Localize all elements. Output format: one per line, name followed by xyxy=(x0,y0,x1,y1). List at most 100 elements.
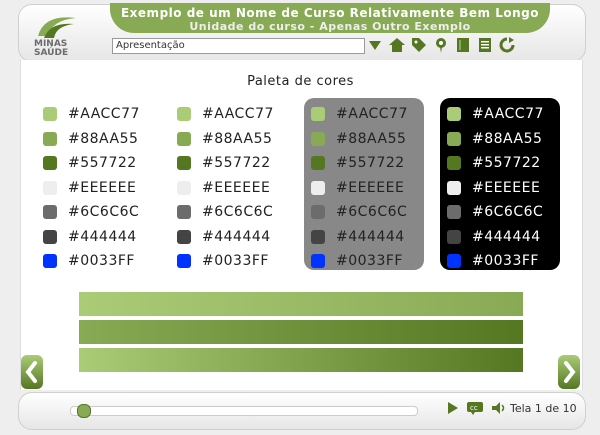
color-hex-label: #444444 xyxy=(472,228,541,245)
palette-swatch-row: #6C6C6C xyxy=(170,202,273,222)
captions-icon[interactable]: cc xyxy=(466,400,484,420)
color-hex-label: #0033FF xyxy=(336,253,403,269)
color-swatch xyxy=(311,180,325,195)
palette-swatch-row: #AACC77 xyxy=(440,104,544,124)
next-page-button[interactable] xyxy=(558,355,580,389)
color-hex-label: #444444 xyxy=(68,228,137,245)
palette-column-gray: #AACC77 #88AA55 #557722 #EEEEEE #6C6C6C #4444… xyxy=(304,98,424,270)
color-hex-label: #557722 xyxy=(68,155,137,171)
color-swatch xyxy=(447,131,461,146)
palette-swatch-row: #88AA55 xyxy=(36,129,138,149)
palette-swatch-row: #AACC77 xyxy=(304,104,408,124)
palette-swatch-row: #0033FF xyxy=(170,251,269,271)
palette-swatch-row: #0033FF xyxy=(440,251,539,271)
color-hex-label: #0033FF xyxy=(472,253,539,269)
palette-swatch-row: #EEEEEE xyxy=(304,178,404,198)
color-swatch xyxy=(311,156,325,170)
color-hex-label: #88AA55 xyxy=(336,130,407,147)
book-icon[interactable] xyxy=(454,36,472,54)
color-swatch xyxy=(43,254,57,268)
palette-swatch-row: #88AA55 xyxy=(304,129,406,149)
palette-swatch-row: #AACC77 xyxy=(170,104,274,124)
logo-text-line2: SAÚDE xyxy=(34,48,69,58)
palette-swatch-row: #444444 xyxy=(440,227,541,247)
gradient-bar-dark xyxy=(79,320,523,344)
palette-swatch-row: #6C6C6C xyxy=(440,202,543,222)
color-swatch xyxy=(43,131,57,146)
palette-swatch-row: #557722 xyxy=(170,153,271,173)
pin-icon[interactable] xyxy=(432,36,450,54)
prev-page-button[interactable] xyxy=(21,355,43,389)
color-hex-label: #6C6C6C xyxy=(202,204,274,220)
page-select[interactable]: Apresentação xyxy=(112,38,365,54)
color-swatch xyxy=(447,180,461,195)
palette-swatch-row: #557722 xyxy=(304,153,405,173)
palette-swatch-row: #88AA55 xyxy=(440,129,542,149)
color-swatch xyxy=(43,205,57,219)
color-hex-label: #444444 xyxy=(336,228,405,245)
chevron-down-icon[interactable] xyxy=(366,36,384,54)
gradient-bar-light xyxy=(79,292,523,316)
logo: MINAS SAÚDE xyxy=(26,12,96,58)
color-hex-label: #557722 xyxy=(336,155,405,171)
player-controls: cc xyxy=(446,400,508,420)
color-swatch xyxy=(177,229,191,244)
palette-swatch-row: #0033FF xyxy=(304,251,403,271)
notes-icon[interactable] xyxy=(476,36,494,54)
color-swatch xyxy=(43,229,57,244)
palette-swatch-row: #EEEEEE xyxy=(440,178,540,198)
color-swatch xyxy=(43,156,57,170)
color-hex-label: #557722 xyxy=(202,155,271,171)
color-hex-label: #444444 xyxy=(202,228,271,245)
palette-swatch-row: #0033FF xyxy=(36,251,135,271)
refresh-icon[interactable] xyxy=(498,36,516,54)
palette-swatch-row: #EEEEEE xyxy=(36,178,136,198)
color-hex-label: #6C6C6C xyxy=(336,204,408,220)
toolbar-icons xyxy=(366,36,516,56)
color-swatch xyxy=(311,131,325,146)
progress-track[interactable] xyxy=(70,406,418,416)
color-swatch xyxy=(177,180,191,195)
color-swatch xyxy=(311,107,325,121)
palette-column-white-2: #AACC77 #88AA55 #557722 #EEEEEE #6C6C6C #4444… xyxy=(170,98,290,270)
palette-swatch-row: #557722 xyxy=(36,153,137,173)
color-hex-label: #0033FF xyxy=(68,253,135,269)
tag-icon[interactable] xyxy=(410,36,428,54)
palette-swatch-row: #444444 xyxy=(170,227,271,247)
color-hex-label: #AACC77 xyxy=(202,106,274,122)
color-hex-label: #EEEEEE xyxy=(202,179,271,196)
progress-thumb[interactable] xyxy=(76,404,91,418)
palette-swatch-row: #EEEEEE xyxy=(170,178,270,198)
color-swatch xyxy=(311,205,325,219)
color-swatch xyxy=(447,205,461,219)
palette-swatch-row: #AACC77 xyxy=(36,104,140,124)
color-hex-label: #88AA55 xyxy=(472,130,543,147)
gradient-bar-full xyxy=(79,348,523,372)
home-icon[interactable] xyxy=(388,36,406,54)
chevron-right-icon xyxy=(564,361,576,383)
color-hex-label: #88AA55 xyxy=(202,130,273,147)
color-swatch xyxy=(177,205,191,219)
course-title: Exemplo de um Nome de Curso Relativament… xyxy=(120,6,539,20)
svg-text:cc: cc xyxy=(470,404,478,412)
color-swatch xyxy=(447,107,461,121)
palette-swatch-row: #444444 xyxy=(304,227,405,247)
chevron-left-icon xyxy=(25,361,37,383)
color-hex-label: #557722 xyxy=(472,155,541,171)
palette-swatch-row: #444444 xyxy=(36,227,137,247)
color-hex-label: #EEEEEE xyxy=(336,179,405,196)
palette-swatch-row: #88AA55 xyxy=(170,129,272,149)
color-hex-label: #88AA55 xyxy=(68,130,139,147)
color-swatch xyxy=(43,107,57,121)
color-swatch xyxy=(447,254,461,268)
color-hex-label: #AACC77 xyxy=(472,106,544,122)
color-swatch xyxy=(177,156,191,170)
color-swatch xyxy=(311,229,325,244)
logo-text: MINAS SAÚDE xyxy=(34,40,68,58)
color-hex-label: #EEEEEE xyxy=(472,179,541,196)
palette-swatch-row: #557722 xyxy=(440,153,541,173)
volume-icon[interactable] xyxy=(490,400,508,420)
color-hex-label: #6C6C6C xyxy=(68,204,140,220)
play-icon[interactable] xyxy=(446,400,460,420)
page-indicator: Tela 1 de 10 xyxy=(510,402,577,415)
